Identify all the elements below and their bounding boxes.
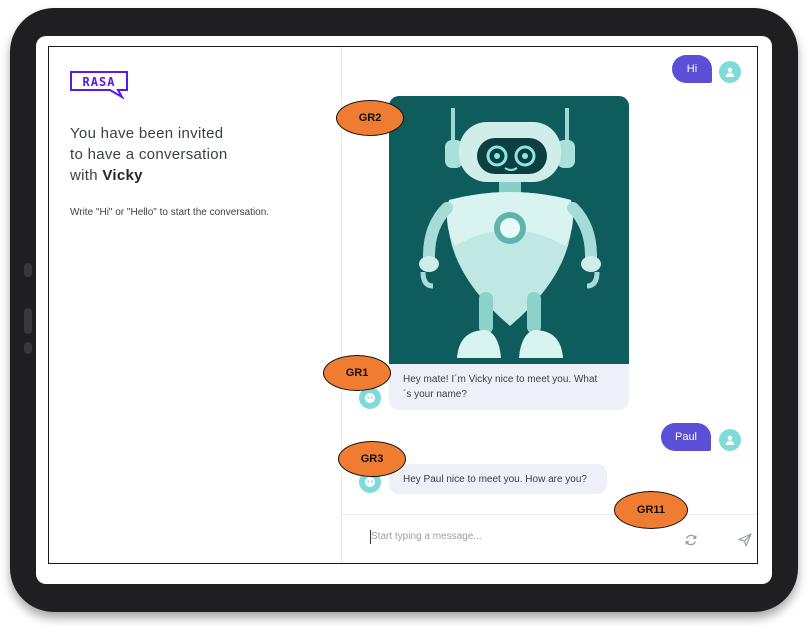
message-text: Paul [674, 431, 698, 443]
annotation-gr11: GR11 [614, 491, 688, 529]
chat-panel: Hi Hey mate! I´m Vicky nice to meet you.… [341, 47, 757, 563]
rasa-logo-icon: RASA [70, 71, 128, 100]
robot-image [389, 96, 629, 364]
user-message-paul: Paul [661, 423, 711, 451]
bot-message-reply: Hey Paul nice to meet you. How are you? [389, 464, 607, 494]
start-hint: Write "Hi" or "Hello" to start the conve… [70, 207, 270, 218]
message-input[interactable] [371, 531, 671, 542]
invite-line-2: to have a conversation [70, 146, 228, 163]
chat-app-window: RASA You have been invited to have a con… [48, 46, 758, 564]
rasa-logo: RASA [70, 71, 128, 104]
user-avatar-icon [719, 61, 741, 83]
message-composer [341, 514, 757, 565]
invite-line-3: with Vicky [70, 165, 320, 186]
intro-panel: RASA You have been invited to have a con… [49, 47, 342, 563]
message-text: Hey Paul nice to meet you. How are you? [403, 473, 587, 485]
invite-line-1: You have been invited [70, 125, 224, 142]
logo-text: RASA [83, 75, 116, 89]
refresh-icon[interactable] [683, 532, 699, 548]
message-text: Hey mate! I´m Vicky nice to meet you. Wh… [403, 372, 597, 402]
message-line: Hey mate! I´m Vicky nice to meet you. Wh… [403, 374, 598, 385]
annotation-gr3: GR3 [338, 441, 406, 477]
bot-message-greeting: Hey mate! I´m Vicky nice to meet you. Wh… [389, 364, 629, 410]
tablet-side-button [24, 342, 32, 354]
bot-name: Vicky [102, 167, 143, 184]
annotation-gr2: GR2 [336, 100, 404, 136]
user-message-hi: Hi [672, 55, 712, 83]
message-text: Hi [686, 63, 698, 75]
user-avatar-icon [719, 429, 741, 451]
send-icon[interactable] [737, 532, 753, 548]
tablet-side-button [24, 263, 32, 277]
robot-illustration [419, 108, 601, 358]
annotation-gr1: GR1 [323, 355, 391, 391]
message-line: ´s your name? [403, 389, 467, 400]
invite-message: You have been invited to have a conversa… [70, 123, 320, 186]
invite-line-3-prefix: with [70, 167, 103, 184]
tablet-side-button [24, 308, 32, 334]
